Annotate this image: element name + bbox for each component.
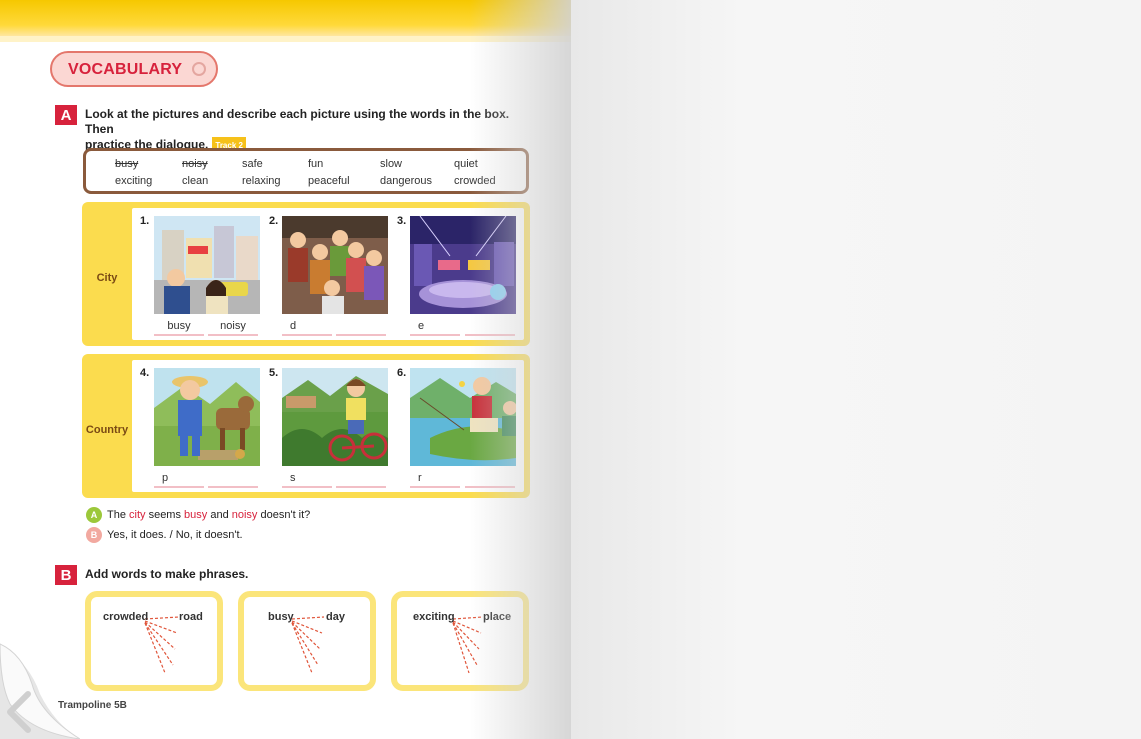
answer-blank[interactable]: r (410, 472, 460, 488)
phrase-word: crowded (103, 611, 149, 623)
phrase-word: road (179, 611, 203, 623)
picture-number: 3. (397, 215, 407, 227)
word-item: slow (380, 158, 403, 170)
page-curl-back-icon[interactable] (0, 624, 80, 739)
word-item: quiet (454, 158, 478, 170)
section-b-badge: B (55, 565, 77, 585)
word-item: dangerous (380, 175, 432, 187)
picture-number: 5. (269, 367, 279, 379)
answer-blank[interactable] (465, 472, 515, 488)
country-label: Country (85, 424, 129, 436)
picture-number: 4. (140, 367, 150, 379)
answer-blank[interactable]: p (154, 472, 204, 488)
section-b-instruction: Add words to make phrases. (85, 567, 249, 581)
word-item: clean (182, 175, 209, 187)
speaker-a-icon: A (86, 507, 102, 523)
picture-number: 2. (269, 215, 279, 227)
phrase-word: busy (268, 611, 294, 623)
word-item: fun (308, 158, 324, 170)
fishing-lake-illustration (410, 368, 516, 466)
instruction-line-1: Look at the pictures and describe each p… (85, 107, 510, 136)
phrase-word: exciting (413, 611, 455, 623)
night-city-illustration (410, 216, 516, 314)
answer-blank[interactable]: noisy (208, 320, 258, 336)
word-item: busy (115, 158, 139, 170)
phrase-card: exciting place (391, 591, 529, 691)
dialogue-text: doesn't it? (257, 509, 311, 521)
word-item: exciting (115, 175, 153, 187)
dialogue-text: seems (145, 509, 185, 521)
dialogue-keyword: city (129, 509, 146, 521)
adjacent-blank-page (571, 0, 1141, 739)
dialogue-text: and (207, 509, 232, 521)
word-box: busy noisy safe fun slow quiet exciting … (83, 148, 529, 194)
phrase-card: busy day (238, 591, 376, 691)
phrase-word: place (483, 611, 512, 623)
speaker-b-icon: B (86, 527, 102, 543)
connector-lines (291, 616, 325, 674)
dialogue-text: The (107, 509, 130, 521)
answer-blank[interactable] (336, 472, 386, 488)
answer-blank[interactable] (336, 320, 386, 336)
city-street-illustration (154, 216, 260, 314)
dialogue-line-a: The city seems busy and noisy doesn't it… (107, 509, 310, 521)
farmer-cow-illustration (154, 368, 260, 466)
picture-number: 6. (397, 367, 407, 379)
dialogue-keyword: busy (184, 509, 208, 521)
vocabulary-heading: VOCABULARY (50, 51, 218, 87)
word-item: crowded (454, 175, 496, 187)
word-item: safe (242, 158, 263, 170)
answer-blank[interactable]: s (282, 472, 332, 488)
picture-number: 1. (140, 215, 150, 227)
boy-bicycle-illustration (282, 368, 388, 466)
dialogue-line-b: Yes, it does. / No, it doesn't. (107, 529, 243, 541)
top-band-stripe (0, 36, 571, 42)
phrase-card: crowded road (85, 591, 223, 691)
section-a-instruction: Look at the pictures and describe each p… (85, 107, 525, 154)
answer-blank[interactable]: e (410, 320, 460, 336)
dialogue-keyword: noisy (231, 509, 258, 521)
decoration-icon (192, 62, 206, 76)
answer-blank[interactable]: d (282, 320, 332, 336)
textbook-page: VOCABULARY A Look at the pictures and de… (0, 0, 571, 739)
answer-blank[interactable] (208, 472, 258, 488)
word-item: peaceful (308, 175, 350, 187)
phrase-word: day (326, 611, 345, 623)
word-item: noisy (182, 158, 208, 170)
word-item: relaxing (242, 175, 281, 187)
section-a-badge: A (55, 105, 77, 125)
top-yellow-band (0, 0, 571, 36)
crowded-people-illustration (282, 216, 388, 314)
city-label: City (96, 272, 118, 284)
answer-blank[interactable]: busy (154, 320, 204, 336)
answer-blank[interactable] (465, 320, 515, 336)
vocabulary-title: VOCABULARY (68, 61, 183, 78)
